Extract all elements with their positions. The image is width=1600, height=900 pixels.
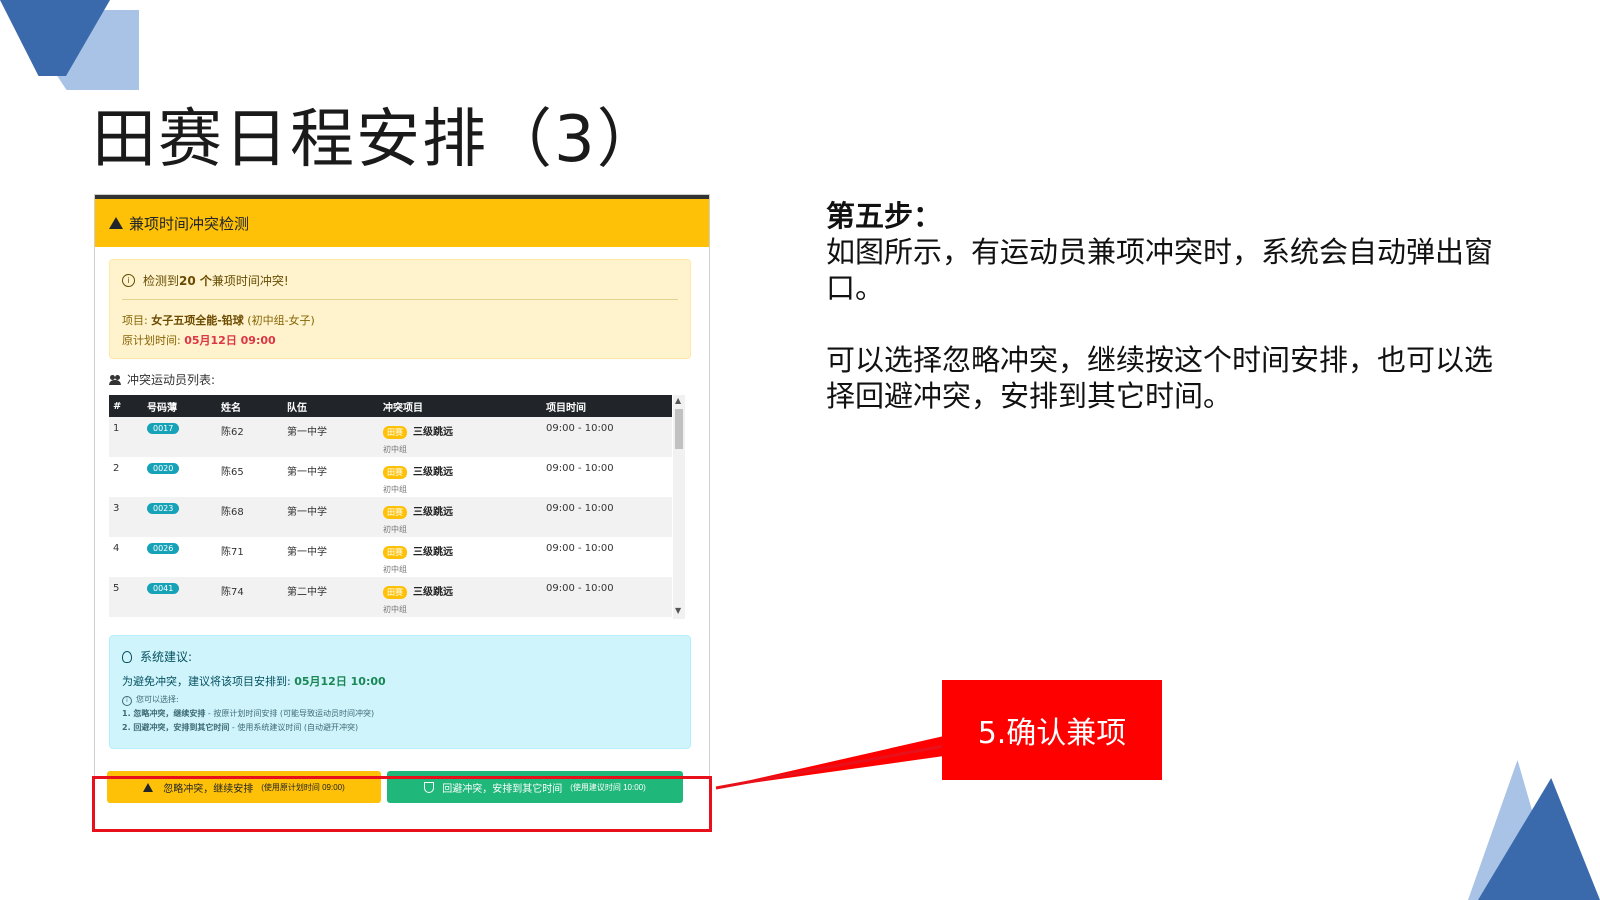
event-name: 三级跳远 <box>413 587 453 598</box>
option2-title: 2. 回避冲突，安排到其它时间 <box>122 723 230 732</box>
scroll-thumb[interactable] <box>675 409 683 449</box>
warning-icon <box>109 217 123 229</box>
athlete-name: 陈65 <box>221 467 244 478</box>
row-no: 2 <box>113 463 120 474</box>
event-type-badge: 田赛 <box>383 506 407 519</box>
conflict-alert: i 检测到 20 个 兼项时间冲突! 项目: 女子五项全能-铅球 (初中组-女子… <box>109 259 691 359</box>
team-name: 第一中学 <box>287 427 327 438</box>
info-icon: i <box>122 274 135 287</box>
event-type-badge: 田赛 <box>383 546 407 559</box>
table-row: 2 0020 陈65 第一中学 田赛 三级跳远 初中组 09:00 - 10:00 <box>109 457 672 497</box>
suggestion-alert: 系统建议: 为避免冲突，建议将该项目安排到: 05月12日 10:00 i 您可以… <box>109 635 691 749</box>
suggested-time: 05月12日 10:00 <box>294 675 386 688</box>
event-time: 09:00 - 10:00 <box>546 503 614 514</box>
event-type-badge: 田赛 <box>383 466 407 479</box>
step-text-2: 可以选择忽略冲突，继续按这个时间安排，也可以选择回避冲突，安排到其它时间。 <box>826 343 1494 413</box>
col-time: 项目时间 <box>546 402 586 414</box>
col-no: # <box>113 400 122 412</box>
event-name: 三级跳远 <box>413 507 453 518</box>
alert-suffix: 兼项时间冲突! <box>211 274 289 288</box>
athlete-list-label: 冲突运动员列表: <box>109 371 215 388</box>
event-group: 初中组 <box>383 525 407 534</box>
conflict-count: 20 个 <box>179 274 212 288</box>
event-time: 09:00 - 10:00 <box>546 423 614 434</box>
conflict-table-wrap[interactable]: # 号码薄 姓名 队伍 冲突项目 项目时间 1 0017 陈62 第一中学 田赛… <box>109 395 684 619</box>
bib-badge: 0041 <box>147 583 180 594</box>
buttons-highlight-box <box>92 776 712 832</box>
event-time: 09:00 - 10:00 <box>546 463 614 474</box>
row-no: 1 <box>113 423 120 434</box>
dialog-header: 兼项时间冲突检测 <box>95 199 709 247</box>
alert-prefix: 检测到 <box>143 274 180 288</box>
col-event: 冲突项目 <box>383 402 423 414</box>
event-name: 三级跳远 <box>413 547 453 558</box>
options-heading: 您可以选择: <box>136 695 179 704</box>
athlete-name: 陈74 <box>221 587 244 598</box>
col-bib: 号码薄 <box>147 402 177 414</box>
event-type-badge: 田赛 <box>383 586 407 599</box>
event-group: 初中组 <box>383 485 407 494</box>
col-team: 队伍 <box>287 402 307 414</box>
time-label: 原计划时间: <box>122 334 185 347</box>
event-group: 初中组 <box>383 605 407 614</box>
item-name: 女子五项全能-铅球 <box>151 314 244 327</box>
athlete-name: 陈71 <box>221 547 244 558</box>
scroll-down-icon[interactable]: ▼ <box>675 607 681 615</box>
scroll-up-icon[interactable]: ▲ <box>675 397 681 405</box>
bib-badge: 0026 <box>147 543 180 554</box>
team-name: 第一中学 <box>287 467 327 478</box>
people-icon <box>109 374 121 385</box>
original-time: 05月12日 09:00 <box>184 334 276 347</box>
bib-badge: 0023 <box>147 503 180 514</box>
team-name: 第二中学 <box>287 587 327 598</box>
event-name: 三级跳远 <box>413 467 453 478</box>
athlete-list-label-text: 冲突运动员列表: <box>127 373 216 387</box>
event-type-badge: 田赛 <box>383 426 407 439</box>
step-description: 第五步： 如图所示，有运动员兼项冲突时，系统会自动弹出窗口。 可以选择忽略冲突，… <box>826 198 1506 414</box>
table-row: 5 0041 陈74 第二中学 田赛 三级跳远 初中组 09:00 - 10:00 <box>109 577 672 617</box>
col-name: 姓名 <box>221 402 241 414</box>
conflict-table: # 号码薄 姓名 队伍 冲突项目 项目时间 1 0017 陈62 第一中学 田赛… <box>109 395 672 617</box>
item-label: 项目: <box>122 314 152 327</box>
event-time: 09:00 - 10:00 <box>546 583 614 594</box>
event-group: 初中组 <box>383 565 407 574</box>
dialog-title: 兼项时间冲突检测 <box>129 214 250 233</box>
table-scrollbar[interactable]: ▲ ▼ <box>673 395 685 619</box>
step-text-1: 如图所示，有运动员兼项冲突时，系统会自动弹出窗口。 <box>826 235 1494 305</box>
suggestion-text: 为避免冲突，建议将该项目安排到: <box>122 675 295 688</box>
bib-badge: 0017 <box>147 423 180 434</box>
row-no: 3 <box>113 503 120 514</box>
event-time: 09:00 - 10:00 <box>546 543 614 554</box>
suggestion-heading: 系统建议: <box>140 650 193 664</box>
event-group: 初中组 <box>383 445 407 454</box>
row-no: 5 <box>113 583 120 594</box>
slide-title: 田赛日程安排（3） <box>92 103 663 177</box>
callout-box: 5.确认兼项 <box>942 680 1162 780</box>
table-header-row: # 号码薄 姓名 队伍 冲突项目 项目时间 <box>109 395 672 417</box>
option1-title: 1. 忽略冲突，继续安排 <box>122 709 206 718</box>
athlete-name: 陈68 <box>221 507 244 518</box>
lightbulb-icon <box>122 650 132 663</box>
item-group: (初中组-女子) <box>247 314 315 327</box>
info-icon: i <box>122 696 132 706</box>
table-row: 3 0023 陈68 第一中学 田赛 三级跳远 初中组 09:00 - 10:00 <box>109 497 672 537</box>
table-row: 4 0026 陈71 第一中学 田赛 三级跳远 初中组 09:00 - 10:00 <box>109 537 672 577</box>
option1-desc: - 按原计划时间安排 (可能导致运动员时间冲突) <box>205 709 375 718</box>
team-name: 第一中学 <box>287 547 327 558</box>
event-name: 三级跳远 <box>413 427 453 438</box>
step-heading: 第五步： <box>826 199 943 233</box>
bib-badge: 0020 <box>147 463 180 474</box>
team-name: 第一中学 <box>287 507 327 518</box>
conflict-dialog-screenshot: 兼项时间冲突检测 i 检测到 20 个 兼项时间冲突! 项目: 女子五项全能-铅… <box>94 194 710 830</box>
table-row: 1 0017 陈62 第一中学 田赛 三级跳远 初中组 09:00 - 10:00 <box>109 417 672 457</box>
option2-desc: - 使用系统建议时间 (自动避开冲突) <box>229 723 359 732</box>
athlete-name: 陈62 <box>221 427 244 438</box>
row-no: 4 <box>113 543 120 554</box>
